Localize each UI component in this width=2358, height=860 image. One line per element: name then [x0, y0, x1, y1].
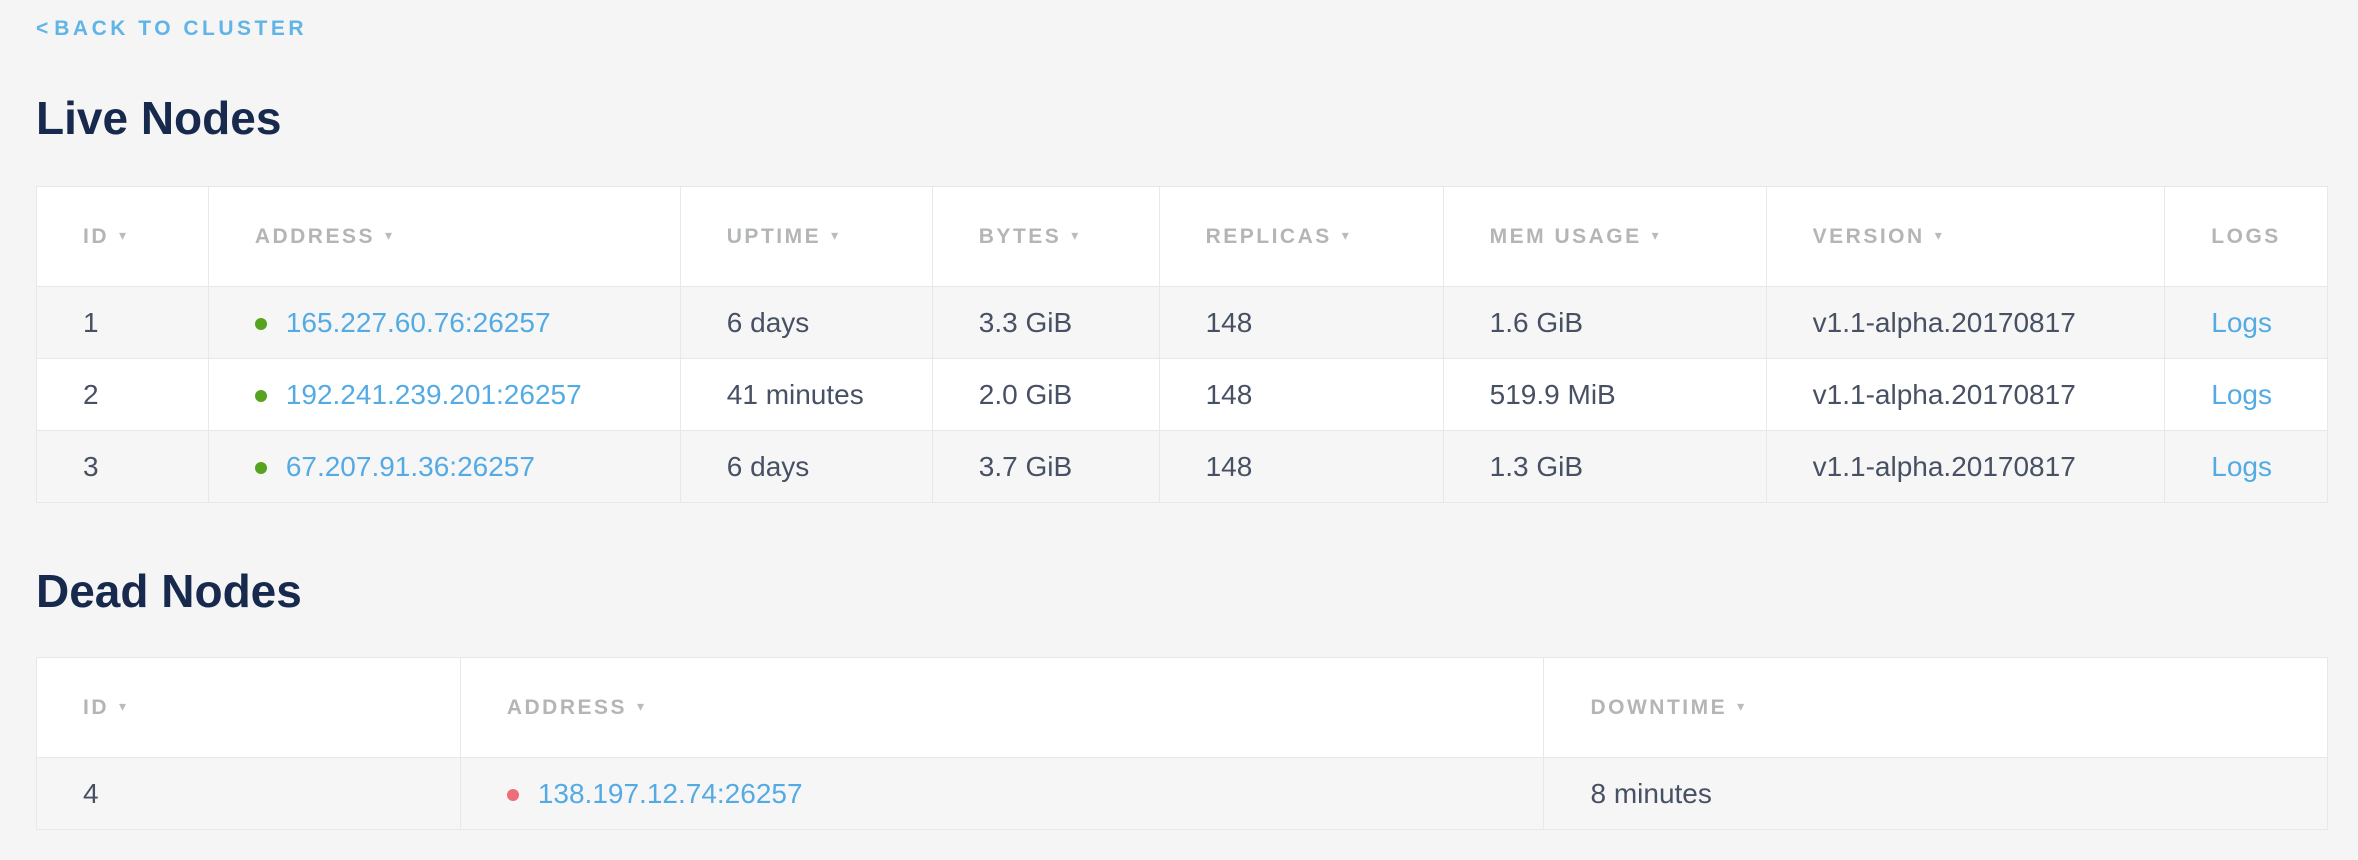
- cell-bytes: 3.3 GiB: [932, 287, 1159, 359]
- cell-id: 1: [37, 287, 209, 359]
- sort-desc-icon: ▾: [831, 227, 838, 244]
- cell-address: 67.207.91.36:26257: [208, 431, 680, 503]
- live-col-header-logs: LOGS: [2165, 187, 2328, 287]
- nodes-page: < BACK TO CLUSTER Live Nodes ID▾ ADDRESS▾…: [0, 0, 2358, 830]
- cell-id: 4: [37, 758, 461, 830]
- dead-nodes-table: ID▾ ADDRESS▾ DOWNTIME▾ 4 138.197.12.74:2…: [36, 657, 2328, 830]
- live-col-header-bytes[interactable]: BYTES▾: [932, 187, 1159, 287]
- sort-desc-icon: ▾: [119, 227, 126, 244]
- cell-uptime: 6 days: [680, 431, 932, 503]
- live-status-icon: [255, 462, 267, 474]
- node-address-link[interactable]: 67.207.91.36:26257: [286, 451, 535, 482]
- cell-address: 165.227.60.76:26257: [208, 287, 680, 359]
- dead-col-header-address[interactable]: ADDRESS▾: [460, 658, 1544, 758]
- logs-link[interactable]: Logs: [2211, 379, 2272, 410]
- live-col-header-mem-usage[interactable]: MEM USAGE▾: [1443, 187, 1766, 287]
- dead-table-header-row: ID▾ ADDRESS▾ DOWNTIME▾: [37, 658, 2328, 758]
- cell-logs: Logs: [2165, 287, 2328, 359]
- cell-id: 2: [37, 359, 209, 431]
- cell-downtime: 8 minutes: [1544, 758, 2328, 830]
- back-to-cluster-link[interactable]: < BACK TO CLUSTER: [36, 16, 307, 42]
- cell-address: 138.197.12.74:26257: [460, 758, 1544, 830]
- table-row: 1 165.227.60.76:26257 6 days 3.3 GiB 148…: [37, 287, 2328, 359]
- cell-version: v1.1-alpha.20170817: [1766, 287, 2165, 359]
- live-status-icon: [255, 390, 267, 402]
- cell-logs: Logs: [2165, 431, 2328, 503]
- cell-replicas: 148: [1159, 431, 1443, 503]
- dead-nodes-title: Dead Nodes: [36, 565, 2328, 617]
- table-row: 3 67.207.91.36:26257 6 days 3.7 GiB 148 …: [37, 431, 2328, 503]
- dead-col-header-downtime[interactable]: DOWNTIME▾: [1544, 658, 2328, 758]
- dead-col-header-id[interactable]: ID▾: [37, 658, 461, 758]
- live-col-header-version[interactable]: VERSION▾: [1766, 187, 2165, 287]
- node-address-link[interactable]: 165.227.60.76:26257: [286, 307, 551, 338]
- cell-id: 3: [37, 431, 209, 503]
- sort-desc-icon: ▾: [385, 227, 392, 244]
- sort-desc-icon: ▾: [637, 698, 644, 715]
- cell-replicas: 148: [1159, 287, 1443, 359]
- sort-desc-icon: ▾: [1737, 698, 1744, 715]
- node-address-link[interactable]: 192.241.239.201:26257: [286, 379, 582, 410]
- cell-bytes: 2.0 GiB: [932, 359, 1159, 431]
- cell-address: 192.241.239.201:26257: [208, 359, 680, 431]
- dead-status-icon: [507, 789, 519, 801]
- live-table-header-row: ID▾ ADDRESS▾ UPTIME▾ BYTES▾ REPLICAS▾ ME…: [37, 187, 2328, 287]
- live-col-header-address[interactable]: ADDRESS▾: [208, 187, 680, 287]
- cell-version: v1.1-alpha.20170817: [1766, 359, 2165, 431]
- cell-mem-usage: 1.3 GiB: [1443, 431, 1766, 503]
- chevron-left-icon: <: [36, 17, 48, 40]
- live-nodes-table: ID▾ ADDRESS▾ UPTIME▾ BYTES▾ REPLICAS▾ ME…: [36, 186, 2328, 503]
- cell-mem-usage: 519.9 MiB: [1443, 359, 1766, 431]
- cell-mem-usage: 1.6 GiB: [1443, 287, 1766, 359]
- cell-replicas: 148: [1159, 359, 1443, 431]
- sort-desc-icon: ▾: [119, 698, 126, 715]
- node-address-link[interactable]: 138.197.12.74:26257: [538, 778, 803, 809]
- live-nodes-title: Live Nodes: [36, 92, 2328, 144]
- sort-desc-icon: ▾: [1652, 227, 1659, 244]
- sort-desc-icon: ▾: [1342, 227, 1349, 244]
- logs-link[interactable]: Logs: [2211, 451, 2272, 482]
- table-row: 2 192.241.239.201:26257 41 minutes 2.0 G…: [37, 359, 2328, 431]
- cell-uptime: 41 minutes: [680, 359, 932, 431]
- live-status-icon: [255, 318, 267, 330]
- back-to-cluster-label: BACK TO CLUSTER: [54, 17, 307, 40]
- cell-bytes: 3.7 GiB: [932, 431, 1159, 503]
- live-col-header-replicas[interactable]: REPLICAS▾: [1159, 187, 1443, 287]
- table-row: 4 138.197.12.74:26257 8 minutes: [37, 758, 2328, 830]
- cell-uptime: 6 days: [680, 287, 932, 359]
- sort-desc-icon: ▾: [1935, 227, 1942, 244]
- sort-desc-icon: ▾: [1071, 227, 1078, 244]
- cell-version: v1.1-alpha.20170817: [1766, 431, 2165, 503]
- cell-logs: Logs: [2165, 359, 2328, 431]
- live-col-header-id[interactable]: ID▾: [37, 187, 209, 287]
- live-col-header-uptime[interactable]: UPTIME▾: [680, 187, 932, 287]
- logs-link[interactable]: Logs: [2211, 307, 2272, 338]
